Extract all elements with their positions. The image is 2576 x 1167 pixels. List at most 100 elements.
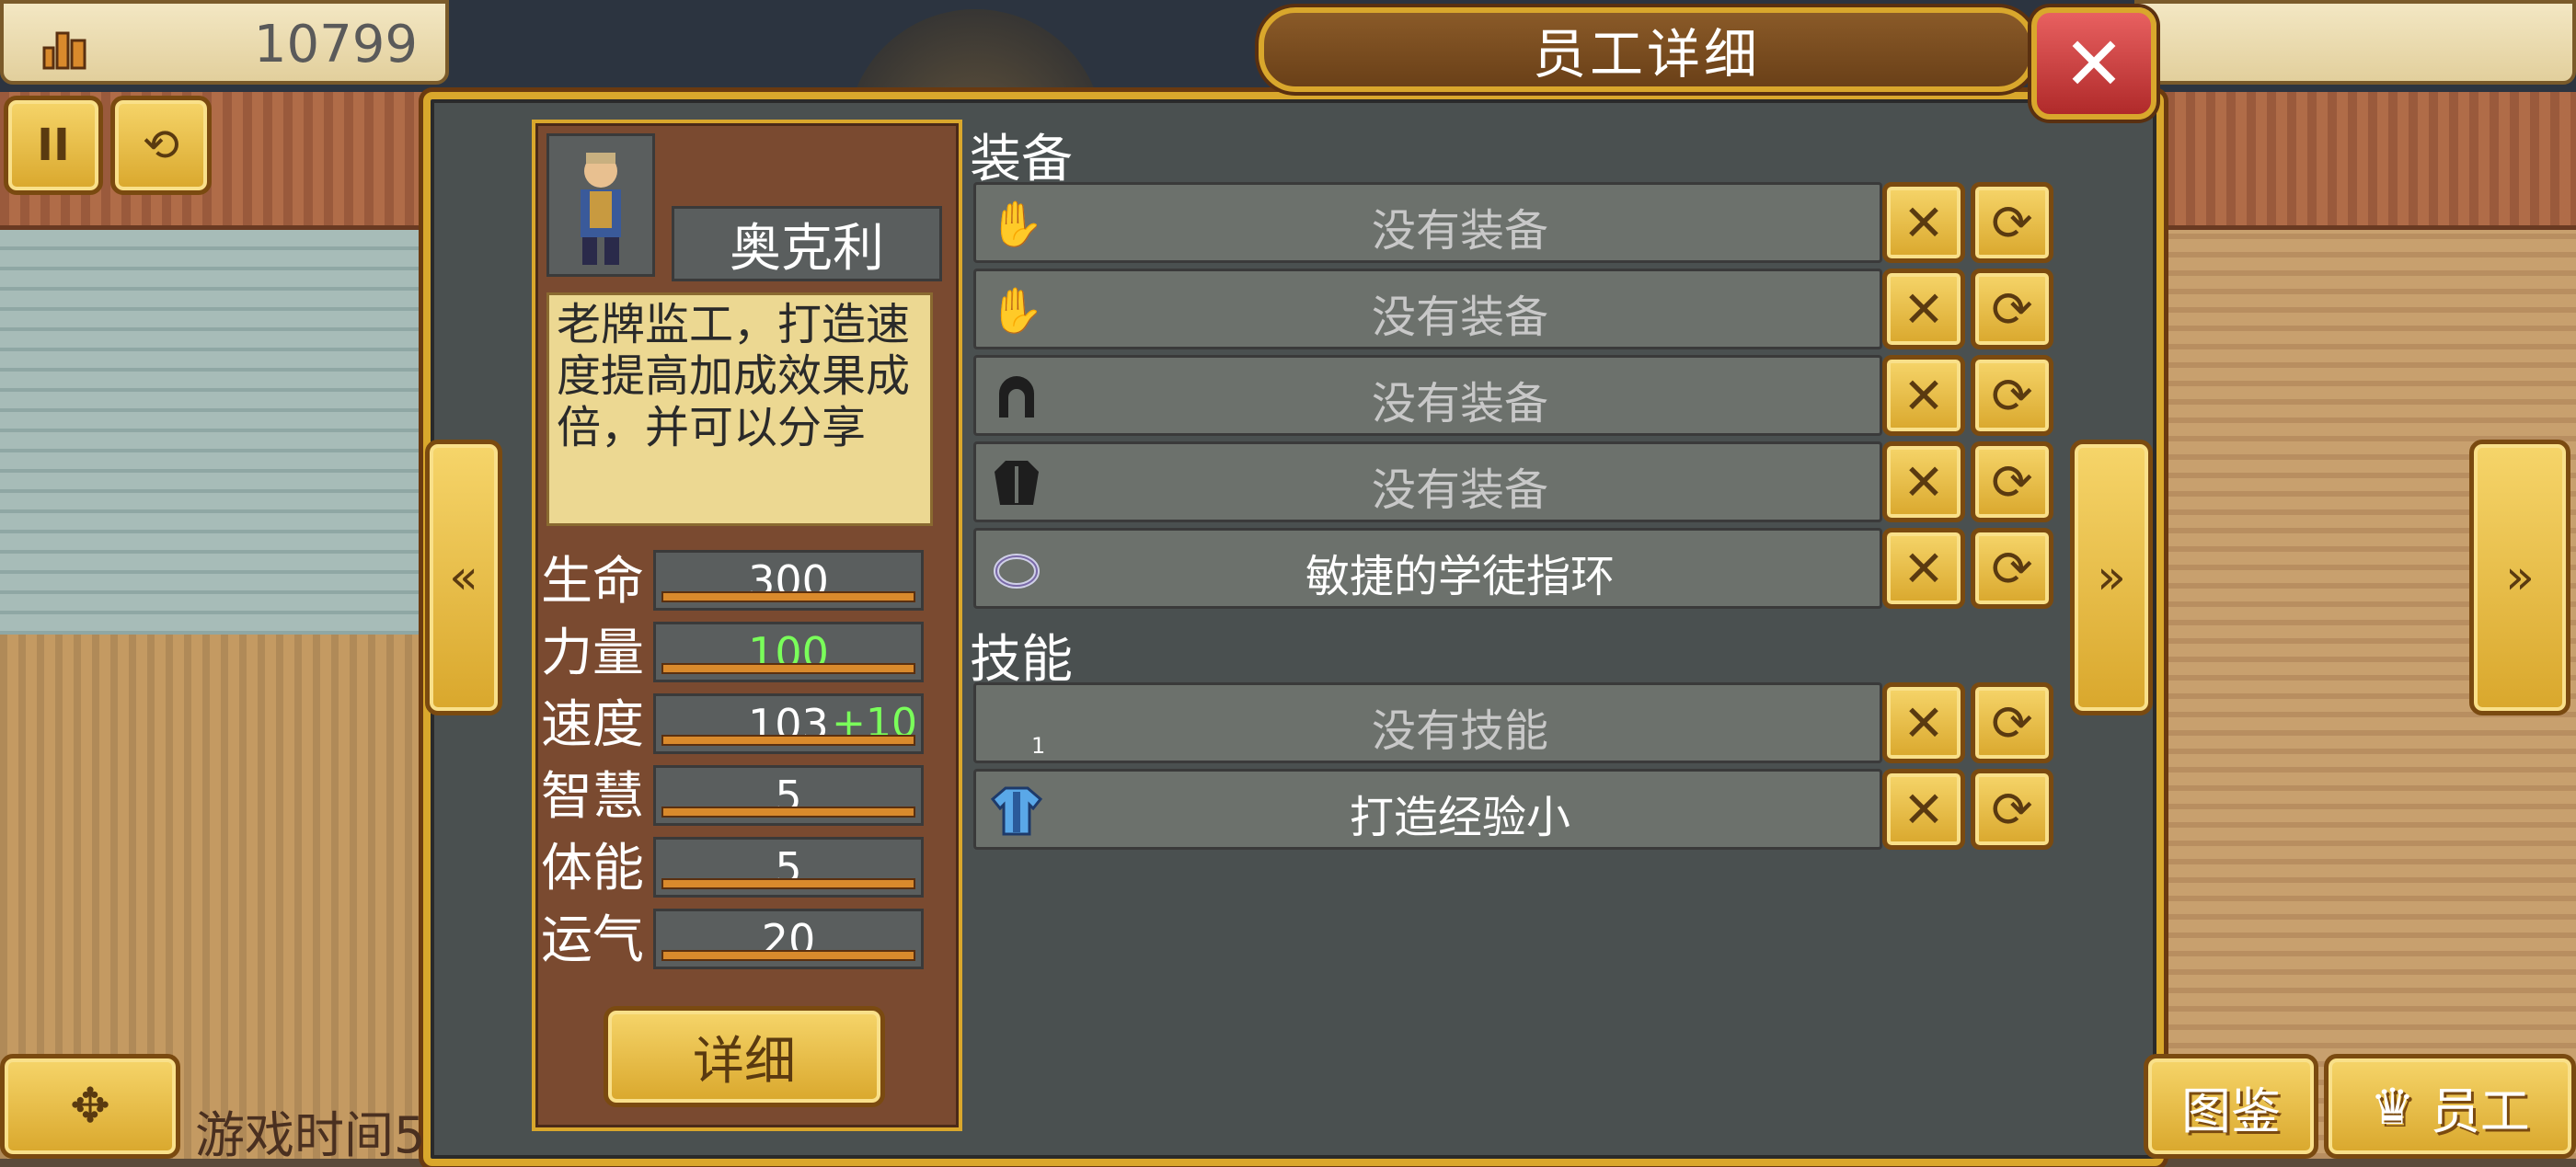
skill-slot[interactable]: 打造经验小 <box>973 769 1882 850</box>
stat-bar: 5 <box>653 765 924 826</box>
swap-button[interactable]: ⟳ <box>1971 528 2053 609</box>
detail-button[interactable]: 详细 <box>604 1006 885 1107</box>
stat-speed: 速度 103 +10 <box>541 693 938 758</box>
game-time: 游戏时间5 <box>195 1106 426 1164</box>
stat-strength: 力量 100 <box>541 622 938 686</box>
remove-button[interactable]: ✕ <box>1882 769 1965 850</box>
character-portrait <box>546 133 655 277</box>
skill-slot[interactable]: 1 没有技能 <box>973 682 1882 763</box>
swap-icon: ⟳ <box>1991 452 2033 511</box>
skills-title: 技能 <box>970 630 1073 690</box>
slot-text: 没有装备 <box>1371 464 1548 516</box>
speed-button[interactable]: ⟲ <box>110 96 212 195</box>
slot-text: 没有技能 <box>1371 705 1548 757</box>
hand-icon: ✋ <box>989 198 1044 250</box>
pause-button[interactable]: II <box>4 96 103 195</box>
stat-stamina: 体能 5 <box>541 837 938 901</box>
swap-icon: ⟳ <box>1991 780 2033 839</box>
stat-line <box>661 735 915 746</box>
helmet-icon <box>989 369 1044 424</box>
crown-icon: ♛ <box>2370 1077 2431 1136</box>
money-display: 10799 <box>0 0 449 85</box>
equipment-slot[interactable]: ✋ 没有装备 <box>973 269 1882 349</box>
stat-label: 体能 <box>541 839 644 898</box>
skill-level: 1 <box>1031 733 1046 759</box>
swap-icon: ⟳ <box>1991 280 2033 338</box>
remove-button[interactable]: ✕ <box>1882 528 1965 609</box>
pause-icon: II <box>37 120 70 171</box>
catalog-label: 图鉴 <box>2181 1081 2281 1140</box>
remove-button[interactable]: ✕ <box>1882 682 1965 763</box>
equipment-slot[interactable]: 敏捷的学徒指环 <box>973 528 1882 609</box>
swap-button[interactable]: ⟳ <box>1971 441 2053 522</box>
move-button[interactable]: ✥ <box>0 1054 180 1159</box>
speed-icon: ⟲ <box>142 120 180 171</box>
slot-text: 敏捷的学徒指环 <box>1305 551 1615 602</box>
stat-line <box>661 663 915 674</box>
stat-line <box>661 591 915 602</box>
character-name: 奥克利 <box>672 206 942 281</box>
stat-bar: 5 <box>653 837 924 898</box>
stat-line <box>661 950 915 961</box>
stat-luck: 运气 20 <box>541 909 938 973</box>
swap-button[interactable]: ⟳ <box>1971 269 2053 349</box>
remove-button[interactable]: ✕ <box>1882 441 1965 522</box>
close-button[interactable]: ✕ <box>2031 7 2156 120</box>
equipment-title: 装备 <box>970 130 1073 189</box>
ring-icon <box>989 542 1044 597</box>
swap-icon: ⟳ <box>1991 366 2033 425</box>
equipment-slot[interactable]: ✋ 没有装备 <box>973 182 1882 263</box>
stat-hp: 生命 300 <box>541 550 938 614</box>
next-staff-button[interactable]: » <box>2070 440 2153 715</box>
equipment-slot[interactable]: 没有装备 <box>973 441 1882 522</box>
close-icon: ✕ <box>2063 20 2125 107</box>
stat-bar: 20 <box>653 909 924 969</box>
swap-button[interactable]: ⟳ <box>1971 182 2053 263</box>
remove-button[interactable]: ✕ <box>1882 182 1965 263</box>
equipment-slot[interactable]: 没有装备 <box>973 355 1882 436</box>
stat-line <box>661 878 915 889</box>
swap-icon: ⟳ <box>1991 693 2033 752</box>
next-page-button[interactable]: » <box>2469 440 2570 715</box>
swap-button[interactable]: ⟳ <box>1971 769 2053 850</box>
building-icon <box>40 20 90 70</box>
staff-label: 员工 <box>2430 1081 2530 1140</box>
slot-text: 没有装备 <box>1371 205 1548 257</box>
x-icon: ✕ <box>1903 452 1945 511</box>
slot-text: 打造经验小 <box>1349 792 1570 843</box>
money-value: 10799 <box>253 15 418 74</box>
background-floor-left <box>0 230 432 635</box>
swap-icon: ⟳ <box>1991 193 2033 252</box>
armor-icon <box>989 455 1044 510</box>
stat-label: 力量 <box>541 624 644 683</box>
top-right-panel <box>2134 0 2576 85</box>
x-icon: ✕ <box>1903 280 1945 338</box>
swap-button[interactable]: ⟳ <box>1971 682 2053 763</box>
double-chevron-right-icon: » <box>2097 550 2126 605</box>
double-chevron-right-icon: » <box>2505 550 2535 605</box>
remove-button[interactable]: ✕ <box>1882 269 1965 349</box>
swap-button[interactable]: ⟳ <box>1971 355 2053 436</box>
character-description: 老牌监工，打造速度提高加成效果成倍，并可以分享 <box>546 292 933 526</box>
x-icon: ✕ <box>1903 780 1945 839</box>
double-chevron-left-icon: « <box>449 550 478 605</box>
shirt-icon <box>989 783 1044 838</box>
prev-staff-button[interactable]: « <box>425 440 502 715</box>
stat-bar: 100 <box>653 622 924 682</box>
dialog-title: 员工详细 <box>1259 7 2035 92</box>
stat-bar: 103 +10 <box>653 693 924 754</box>
move-icon: ✥ <box>70 1079 110 1134</box>
stat-label: 生命 <box>541 552 644 612</box>
slot-text: 没有装备 <box>1371 378 1548 429</box>
stat-label: 速度 <box>541 695 644 755</box>
catalog-button[interactable]: 图鉴 <box>2144 1054 2318 1159</box>
x-icon: ✕ <box>1903 539 1945 598</box>
staff-button[interactable]: ♛ 员工 <box>2324 1054 2576 1159</box>
stat-label: 智慧 <box>541 767 644 827</box>
remove-button[interactable]: ✕ <box>1882 355 1965 436</box>
stat-bar: 300 <box>653 550 924 611</box>
x-icon: ✕ <box>1903 193 1945 252</box>
slot-text: 没有装备 <box>1371 292 1548 343</box>
x-icon: ✕ <box>1903 693 1945 752</box>
glove-icon: ✋ <box>989 284 1044 337</box>
